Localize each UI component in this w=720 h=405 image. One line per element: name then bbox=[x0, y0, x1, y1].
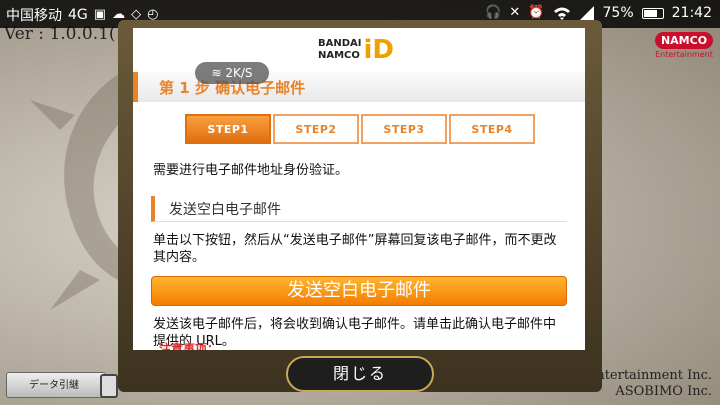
phone-icon bbox=[100, 374, 118, 398]
clock-time: 21:42 bbox=[671, 5, 712, 21]
battery-icon bbox=[641, 7, 664, 19]
battery-percent: 75% bbox=[602, 5, 634, 21]
section-header: 发送空白电子邮件 bbox=[151, 196, 567, 222]
send-blank-email-button[interactable]: 发送空白电子邮件 bbox=[151, 276, 567, 306]
close-button[interactable]: 閉じる bbox=[286, 356, 434, 392]
network-speed-indicator: ≋ 2K/S bbox=[195, 62, 269, 84]
headphones-icon: 🎧 bbox=[485, 5, 502, 20]
bandai-namco-id-logo: BANDAI NAMCO iD bbox=[318, 36, 408, 64]
network-type-label: 4G bbox=[68, 7, 88, 23]
alarm-icon: ⏰ bbox=[528, 5, 545, 20]
mute-icon: ✕ bbox=[509, 5, 521, 20]
copyright-text: Entertainment Inc. ASOBIMO Inc. bbox=[587, 368, 712, 400]
wifi-icon: ≋ bbox=[211, 66, 226, 80]
network-speed-label: 2K/S bbox=[225, 66, 253, 80]
brand-id: iD bbox=[363, 35, 395, 65]
carrier-label: 中国移动 bbox=[6, 8, 62, 24]
namco-logo-text: NAMCO bbox=[654, 32, 714, 49]
data-sync-button[interactable]: データ引継 bbox=[6, 372, 106, 398]
wifi-icon bbox=[553, 7, 570, 20]
intro-text: 需要进行电子邮件地址身份验证。 bbox=[153, 163, 349, 178]
step-2: STEP2 bbox=[273, 114, 359, 144]
warning-label: 注意事项： bbox=[159, 342, 220, 350]
copyright-line-2: ASOBIMO Inc. bbox=[615, 384, 712, 399]
instruction-text: 单击以下按钮，然后从“发送电子邮件”屏幕回复该电子邮件，而不更改其内容。 bbox=[153, 233, 557, 265]
step-indicator: STEP1 STEP2 STEP3 STEP4 bbox=[185, 114, 537, 144]
brand-line-2: NAMCO bbox=[318, 50, 360, 61]
step-4: STEP4 bbox=[449, 114, 535, 144]
copyright-line-1: Entertainment Inc. bbox=[586, 368, 712, 383]
step-3: STEP3 bbox=[361, 114, 447, 144]
section-title: 发送空白电子邮件 bbox=[169, 202, 281, 218]
step-1: STEP1 bbox=[185, 114, 271, 144]
battery-fill bbox=[643, 9, 657, 17]
signal-icon bbox=[579, 6, 594, 20]
image-icon: ▣ bbox=[93, 7, 107, 22]
brand-line-1: BANDAI bbox=[318, 38, 362, 49]
namco-logo-sub: Entertainment bbox=[655, 50, 713, 59]
